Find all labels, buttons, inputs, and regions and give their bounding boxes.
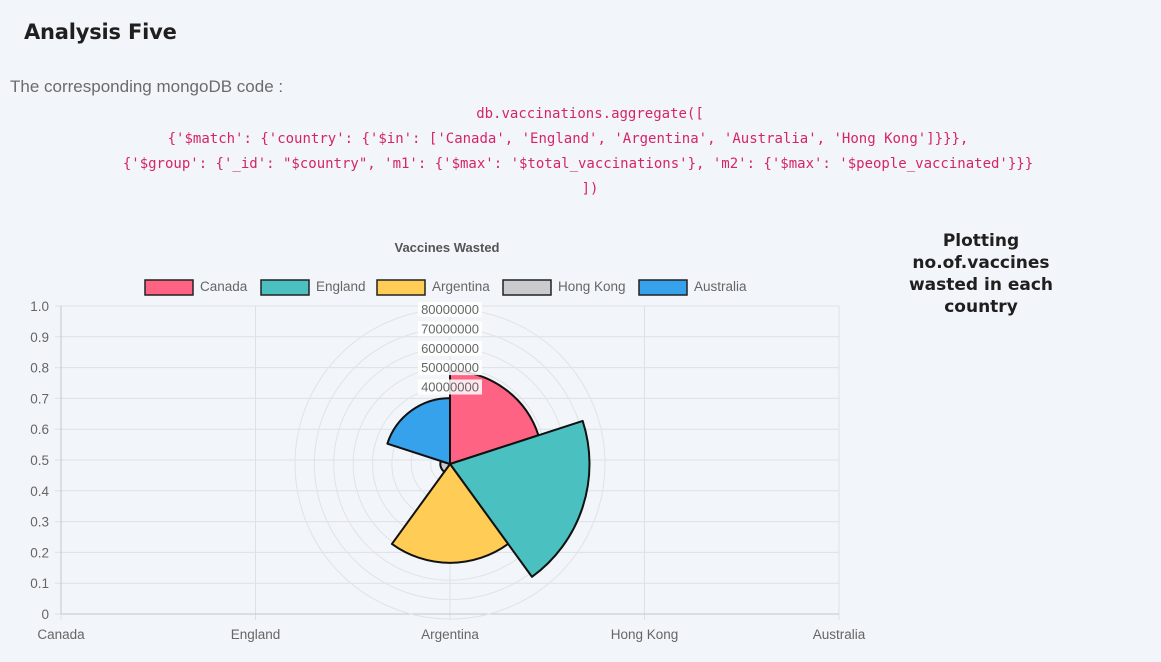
code-line-4: ]) xyxy=(581,181,599,197)
y-tick-label: 0.1 xyxy=(30,576,49,591)
y-tick-label: 0.4 xyxy=(30,484,49,499)
code-line-2: {'$match': {'country': {'$in': ['Canada'… xyxy=(167,131,969,147)
x-tick-label-canada: Canada xyxy=(37,627,85,642)
y-tick-label: 0.7 xyxy=(30,391,49,406)
y-tick-label: 0.2 xyxy=(30,545,49,560)
x-axis-tick-labels: Canada England Argentina Hong Kong Australia xyxy=(37,627,865,642)
code-line-3: {'$group': {'_id': "$country", 'm1': {'$… xyxy=(122,156,1034,172)
chart-legend: Canada England Argentina Hong Kong Australia xyxy=(144,279,747,296)
y-tick-label: 1.0 xyxy=(30,299,49,314)
intro-text: The corresponding mongoDB code : xyxy=(10,77,284,96)
polar-segments xyxy=(386,370,591,578)
legend-swatch-england xyxy=(260,279,310,296)
legend-swatch-australia xyxy=(638,279,688,296)
legend-label-england: England xyxy=(316,279,366,294)
legend-label-argentina: Argentina xyxy=(432,279,490,294)
legend-swatch-canada xyxy=(144,279,194,296)
radial-tick-label: 40000000 xyxy=(421,380,479,395)
legend-swatch-hong-kong xyxy=(502,279,552,296)
y-tick-label: 0.6 xyxy=(30,422,49,437)
legend-label-hong-kong: Hong Kong xyxy=(558,279,626,294)
y-tick-label: 0.8 xyxy=(30,361,49,376)
radial-tick-label: 80000000 xyxy=(421,302,479,317)
code-line-1: db.vaccinations.aggregate([ xyxy=(476,106,704,122)
side-title: Plotting no.of.vaccines wasted in each c… xyxy=(908,231,1054,317)
page-heading: Analysis Five xyxy=(24,20,177,44)
chart-title: Vaccines Wasted xyxy=(394,240,499,255)
y-tick-label: 0.5 xyxy=(30,453,49,468)
radial-tick-label: 50000000 xyxy=(421,360,479,375)
y-axis-tick-labels: 1.0 0.9 0.8 0.7 0.6 0.5 0.4 0.3 0.2 0.1 0 xyxy=(30,299,49,622)
legend-label-australia: Australia xyxy=(694,279,747,294)
legend-label-canada: Canada xyxy=(200,279,248,294)
y-tick-label: 0.9 xyxy=(30,330,49,345)
x-tick-label-argentina: Argentina xyxy=(421,627,479,642)
radial-tick-labels: 80000000 70000000 60000000 50000000 40000000 xyxy=(418,302,482,395)
vaccines-wasted-chart: Vaccines Wasted Canada England Argentina Ho… xyxy=(30,240,866,642)
x-tick-label-hong-kong: Hong Kong xyxy=(611,627,679,642)
radial-tick-label: 60000000 xyxy=(421,341,479,356)
x-tick-label-england: England xyxy=(231,627,281,642)
x-tick-label-australia: Australia xyxy=(813,627,866,642)
y-tick-label: 0.3 xyxy=(30,515,49,530)
radial-tick-label: 70000000 xyxy=(421,321,479,336)
legend-swatch-argentina xyxy=(376,279,426,296)
y-tick-label: 0 xyxy=(41,607,49,622)
